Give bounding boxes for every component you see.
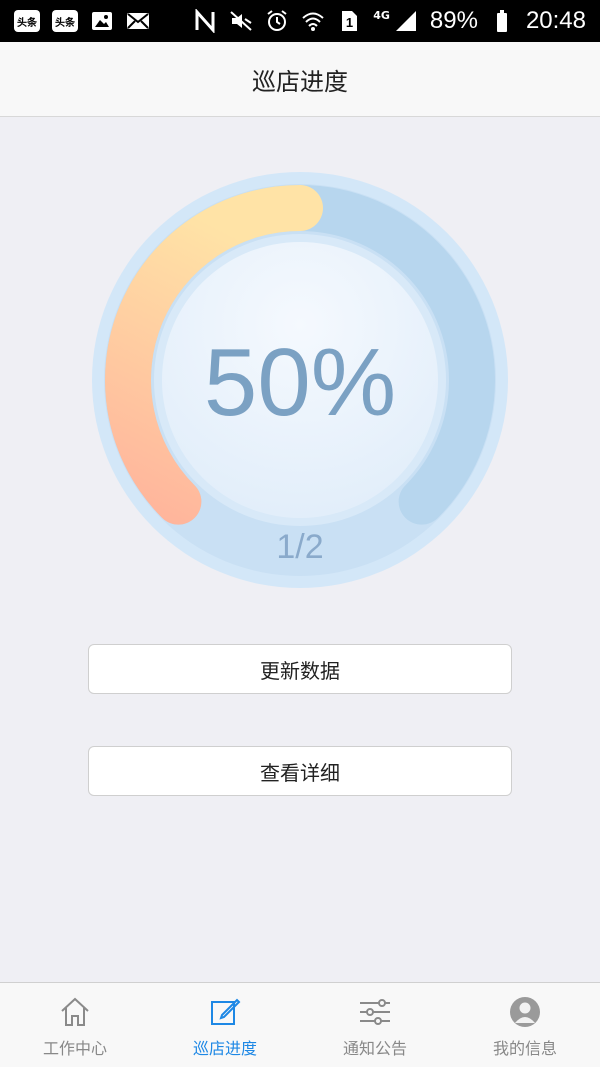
navigation-bar: 巡店进度 bbox=[0, 42, 600, 117]
home-icon bbox=[61, 997, 89, 1026]
network-type: 4G bbox=[373, 8, 390, 22]
progress-ring: 50% 1/2 bbox=[90, 170, 510, 590]
svg-text:1: 1 bbox=[346, 15, 353, 30]
clock: 20:48 bbox=[525, 7, 586, 34]
tab-work-center[interactable]: 工作中心 bbox=[0, 983, 150, 1067]
signal-icon bbox=[395, 11, 416, 31]
battery-percent: 89% bbox=[429, 7, 478, 34]
nfc-icon bbox=[195, 9, 215, 33]
tab-store-progress[interactable]: 巡店进度 bbox=[150, 983, 300, 1067]
status-bar: 头条 头条 1 4G 89% 20:48 bbox=[0, 0, 600, 42]
tab-label: 巡店进度 bbox=[192, 1039, 257, 1058]
status-bar-system: 1 4G 89% 20:48 bbox=[193, 7, 586, 35]
view-details-button[interactable]: 查看详细 bbox=[88, 746, 512, 796]
toutiao-app-icon: 头条 bbox=[14, 10, 40, 32]
page-title: 巡店进度 bbox=[252, 67, 348, 96]
app-screen: 头条 头条 1 4G 89% 20:48 巡店进度 50% 1/2 更新数据 查… bbox=[0, 0, 600, 1067]
sim-card-icon: 1 bbox=[342, 11, 358, 31]
tab-label: 通知公告 bbox=[342, 1039, 407, 1058]
progress-count: 1/2 bbox=[276, 528, 324, 566]
tab-bar: 工作中心 巡店进度 通知公告 我的信息 bbox=[0, 982, 600, 1067]
edit-icon bbox=[211, 998, 241, 1025]
mute-icon bbox=[230, 11, 252, 31]
update-data-button[interactable]: 更新数据 bbox=[88, 644, 512, 694]
tab-my-info[interactable]: 我的信息 bbox=[450, 983, 600, 1067]
toutiao-app-icon: 头条 bbox=[52, 10, 78, 32]
mail-icon bbox=[127, 13, 149, 29]
wifi-icon bbox=[302, 12, 324, 31]
tab-label: 我的信息 bbox=[492, 1039, 557, 1058]
battery-icon bbox=[496, 10, 507, 32]
sliders-icon bbox=[360, 999, 390, 1025]
tab-label: 工作中心 bbox=[42, 1039, 107, 1058]
tab-notices[interactable]: 通知公告 bbox=[300, 983, 450, 1067]
status-bar-notifications: 头条 头条 bbox=[14, 9, 150, 33]
user-icon bbox=[510, 997, 540, 1027]
progress-percent: 50% bbox=[203, 329, 397, 436]
gallery-icon bbox=[92, 12, 112, 30]
alarm-icon bbox=[267, 10, 287, 31]
